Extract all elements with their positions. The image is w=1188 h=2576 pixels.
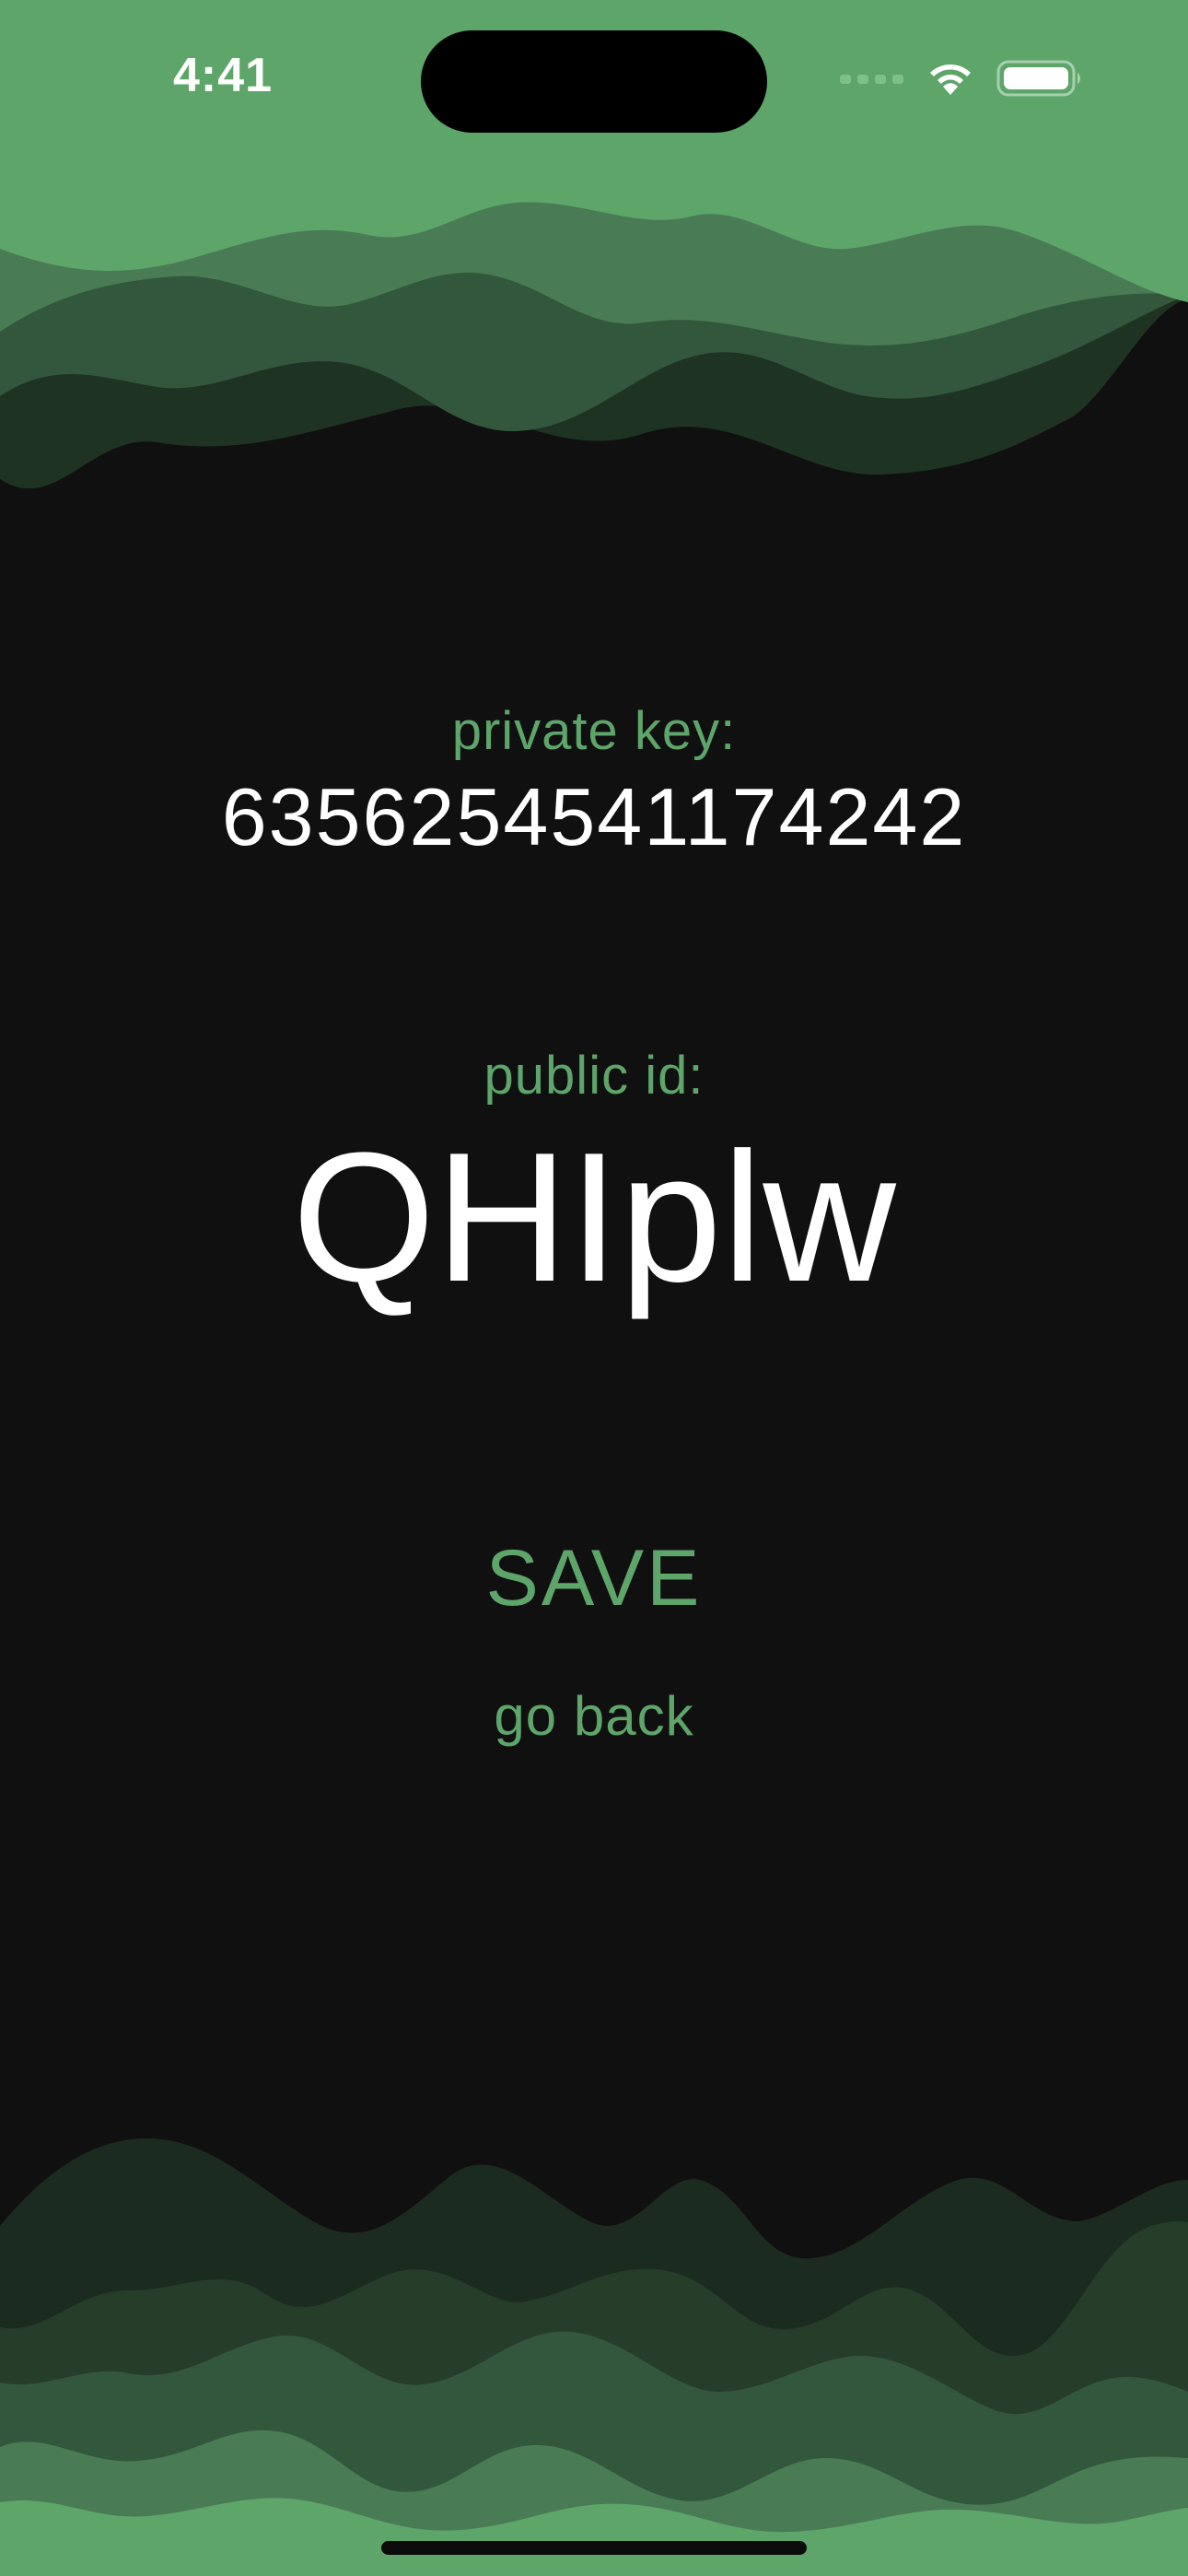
go-back-button[interactable]: go back	[0, 1684, 1188, 1748]
save-button[interactable]: SAVE	[0, 1533, 1188, 1624]
status-bar: 4:41	[0, 0, 1188, 157]
status-time: 4:41	[173, 49, 274, 102]
public-id-value: QHIplw	[292, 1115, 896, 1320]
status-icons	[840, 55, 1083, 101]
private-key-value: 6356254541174242	[221, 771, 967, 862]
home-indicator[interactable]	[381, 2541, 807, 2555]
bottom-wave-decoration	[0, 2138, 1188, 2576]
private-key-label: private key:	[451, 701, 737, 761]
dynamic-island	[421, 30, 767, 133]
public-id-label: public id:	[483, 1046, 705, 1106]
save-identity-screen: 4:41 private key: 6356254541174242 publi…	[0, 0, 1188, 2576]
cellular-signal-icon	[840, 75, 903, 84]
battery-icon	[996, 60, 1080, 97]
wifi-icon	[930, 64, 971, 95]
